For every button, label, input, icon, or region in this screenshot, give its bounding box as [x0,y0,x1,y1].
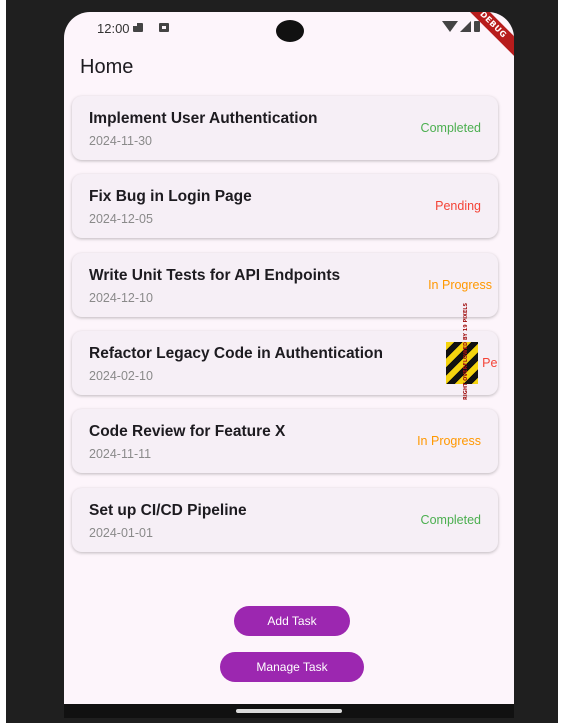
add-task-button[interactable]: Add Task [234,606,350,636]
task-date: 2024-12-05 [89,212,153,226]
overflow-warning-text: RIGHT OVERFLOWED BY 19 PIXELS [463,302,469,400]
task-status: Completed [420,513,481,527]
task-status: In Progress [428,278,492,292]
task-status: In Progress [417,434,481,448]
task-date: 2024-12-10 [89,291,153,305]
task-card[interactable]: Code Review for Feature X 2024-11-11 In … [72,409,498,473]
task-date: 2024-11-30 [89,134,153,148]
task-title: Refactor Legacy Code in Authentication [89,345,383,362]
task-card[interactable]: Set up CI/CD Pipeline 2024-01-01 Complet… [72,488,498,552]
task-card[interactable]: Fix Bug in Login Page 2024-12-05 Pending [72,174,498,238]
status-bar: 12:00 DEBUG [64,12,514,62]
camera-cutout [276,20,304,42]
task-status: Pending [435,199,481,213]
task-date: 2024-01-01 [89,526,153,540]
task-date: 2024-11-11 [89,447,152,461]
task-date: 2024-02-10 [89,369,153,383]
task-card[interactable]: Write Unit Tests for API Endpoints 2024-… [72,253,498,317]
task-status: Pending [482,356,498,370]
navigation-bar [64,704,514,718]
home-indicator[interactable] [236,709,342,713]
signal-icon [460,21,471,32]
status-time: 12:00 [97,21,130,36]
task-title: Write Unit Tests for API Endpoints [89,267,341,284]
sim-card-icon [133,23,143,32]
task-title: Fix Bug in Login Page [89,188,252,205]
manage-task-button[interactable]: Manage Task [220,652,364,682]
task-card[interactable]: Refactor Legacy Code in Authentication 2… [72,331,498,395]
task-card[interactable]: Implement User Authentication 2024-11-30… [72,96,498,160]
phone-screen: 12:00 DEBUG Home Implement User Authenti… [64,12,514,718]
notification-icon [159,23,169,32]
task-status: Completed [420,121,481,135]
overflow-indicator [446,342,478,384]
task-title: Code Review for Feature X [89,423,286,440]
device-frame: 12:00 DEBUG Home Implement User Authenti… [6,0,558,723]
wifi-icon [442,21,458,32]
page-title: Home [80,56,134,78]
battery-icon [474,21,480,32]
task-title: Implement User Authentication [89,110,318,127]
task-title: Set up CI/CD Pipeline [89,502,247,519]
